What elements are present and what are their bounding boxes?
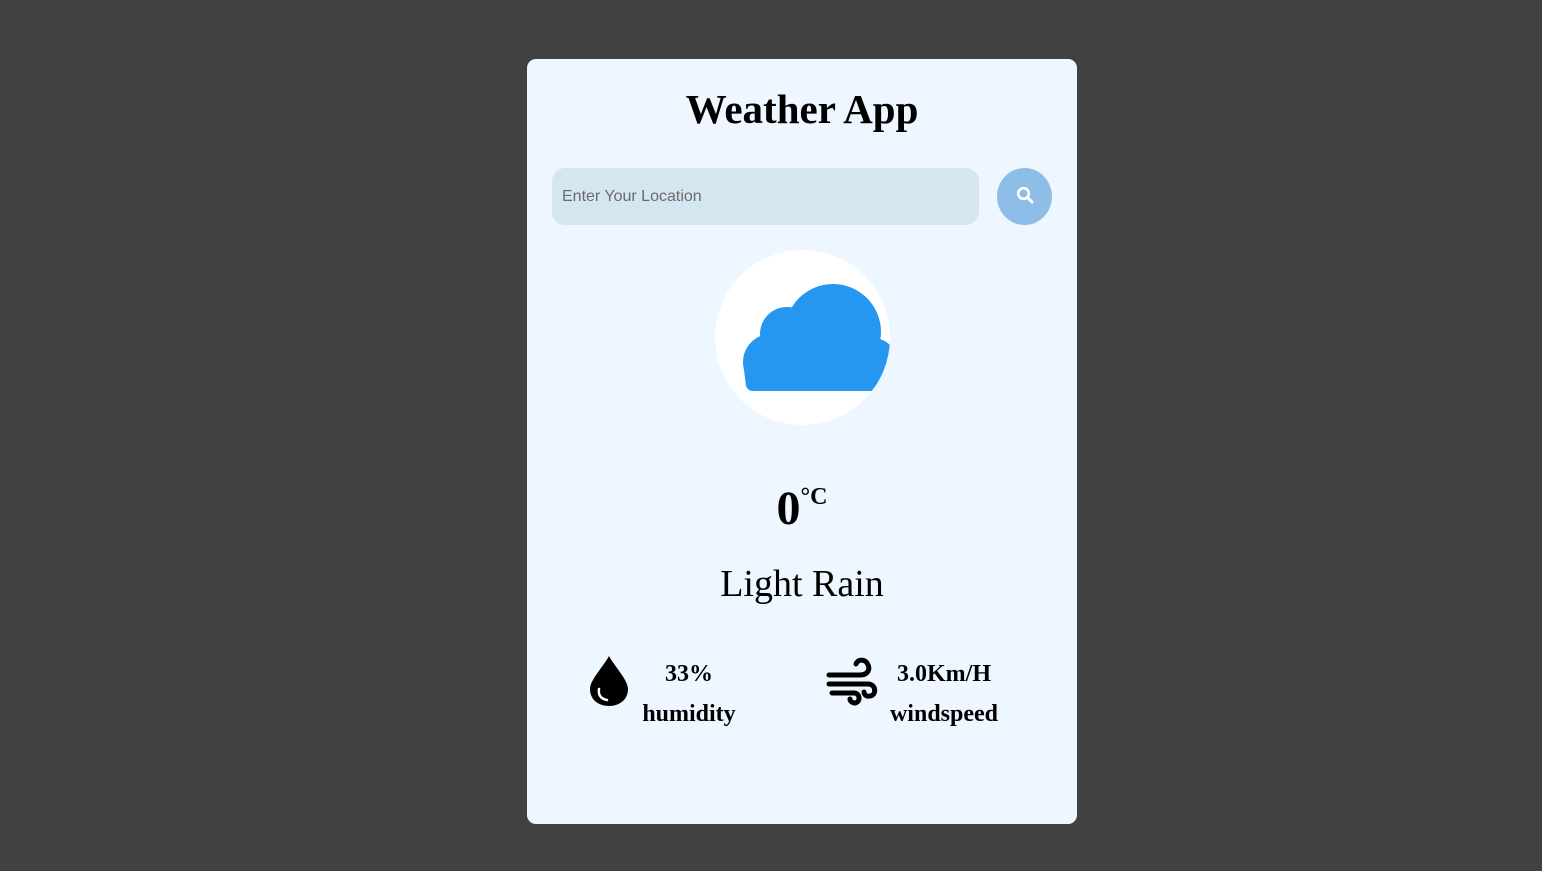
humidity-stat: 33% humidity	[587, 654, 747, 729]
humidity-value: 33%	[665, 661, 713, 687]
wind-icon	[826, 656, 878, 711]
wind-speed-value: 3.0Km/H	[897, 661, 991, 687]
humidity-label: humidity	[642, 701, 736, 727]
weather-icon-container	[715, 250, 890, 425]
wind-speed-label: windspeed	[889, 701, 999, 727]
wind-stat: 3.0Km/H windspeed	[824, 654, 1014, 729]
app-title: Weather App	[685, 86, 919, 132]
search-button[interactable]	[997, 168, 1052, 225]
temperature-display: 0°C	[527, 467, 1077, 550]
weather-card: Weather App 0°C Light Rain	[527, 59, 1077, 824]
temperature-unit: °C	[800, 484, 828, 510]
water-drop-icon	[589, 655, 629, 712]
search-icon	[1016, 186, 1034, 207]
location-search-input[interactable]	[552, 168, 979, 225]
weather-description: Light Rain	[720, 563, 884, 605]
cloud-icon	[743, 284, 890, 391]
temperature-value: 0	[776, 482, 801, 535]
